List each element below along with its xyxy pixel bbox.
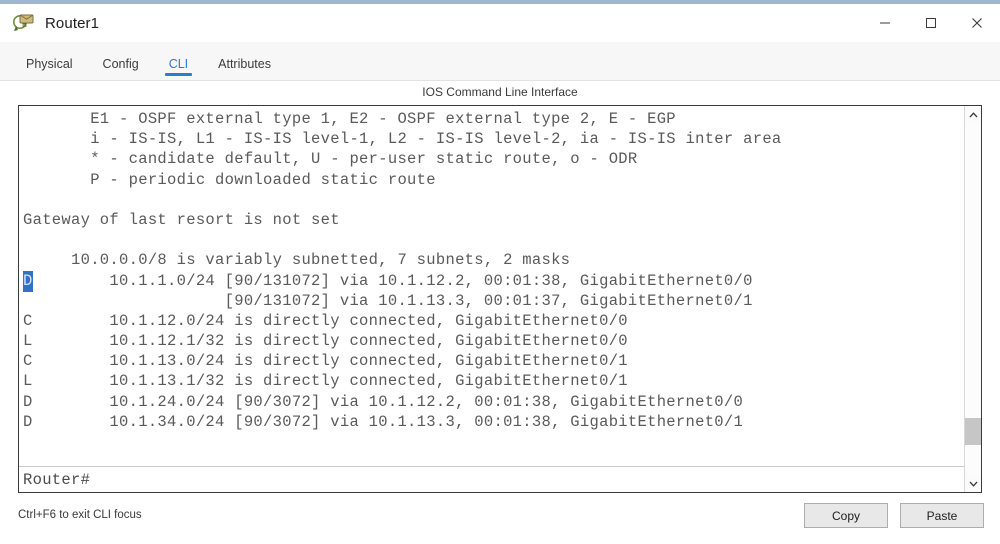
cli-line [23,190,964,210]
cli-selection: D [23,270,33,292]
cli-line: C 10.1.13.0/24 is directly connected, Gi… [23,352,628,371]
tab-attributes[interactable]: Attributes [206,57,283,80]
tab-config[interactable]: Config [91,57,151,80]
maximize-button[interactable] [908,4,954,42]
tab-physical[interactable]: Physical [14,57,85,80]
cli-line-text: 10.1.1.0/24 [90/131072] via 10.1.12.2, 0… [32,271,753,290]
cli-line: L 10.1.12.1/32 is directly connected, Gi… [23,332,628,351]
cli-line: L 10.1.13.1/32 is directly connected, Gi… [23,372,628,391]
cli-scrollbar[interactable] [964,106,981,492]
cli-terminal: E1 - OSPF external type 1, E2 - OSPF ext… [18,105,982,493]
copy-button[interactable]: Copy [804,503,888,528]
chevron-up-icon[interactable] [965,106,981,123]
cli-caption: IOS Command Line Interface [422,85,578,99]
cli-line: i - IS-IS, L1 - IS-IS level-1, L2 - IS-I… [23,130,782,149]
footer-buttons: Copy Paste [804,503,984,528]
cli-line: * - candidate default, U - per-user stat… [23,150,638,169]
router-cli-window: Router1 Physical Config CLI Attributes I… [0,0,1000,544]
cli-line: D 10.1.24.0/24 [90/3072] via 10.1.12.2, … [23,392,744,411]
window-controls [862,4,1000,42]
cli-output-area[interactable]: E1 - OSPF external type 1, E2 - OSPF ext… [19,106,964,492]
cli-line: E1 - OSPF external type 1, E2 - OSPF ext… [23,110,676,128]
cli-line: C 10.1.12.0/24 is directly connected, Gi… [23,311,628,330]
cli-prompt[interactable]: Router# [23,470,90,490]
cli-focus-hint: Ctrl+F6 to exit CLI focus [18,509,142,521]
cli-line-selected: D 10.1.1.0/24 [90/131072] via 10.1.12.2,… [23,270,964,292]
cli-line: Gateway of last resort is not set [23,210,340,229]
cli-line: [90/131072] via 10.1.13.3, 00:01:37, Gig… [23,291,753,310]
packet-tracer-router-icon [13,12,35,34]
tab-cli[interactable]: CLI [157,57,200,80]
window-title: Router1 [45,14,100,32]
cli-line [23,230,964,250]
minimize-button[interactable] [862,4,908,42]
cli-line: P - periodic downloaded static route [23,170,436,189]
close-button[interactable] [954,4,1000,42]
chevron-down-icon[interactable] [965,475,981,492]
cli-line: D 10.1.34.0/24 [90/3072] via 10.1.13.3, … [23,412,744,431]
tab-bar: Physical Config CLI Attributes [0,42,1000,81]
paste-button[interactable]: Paste [900,503,984,528]
cli-line: 10.0.0.0/8 is variably subnetted, 7 subn… [23,251,571,270]
prompt-divider [19,466,964,467]
scrollbar-thumb[interactable] [965,418,981,445]
title-bar: Router1 [0,4,1000,42]
